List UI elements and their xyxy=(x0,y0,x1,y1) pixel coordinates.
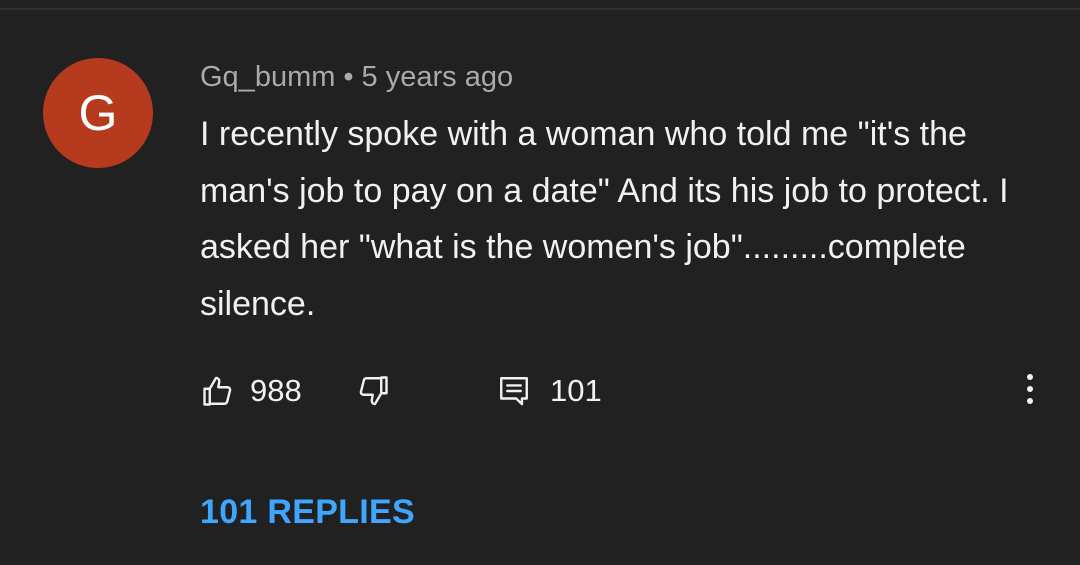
thumbs-down-icon xyxy=(355,373,391,409)
dislike-button[interactable] xyxy=(355,366,391,416)
avatar-letter: G xyxy=(78,85,118,141)
like-count: 988 xyxy=(250,373,302,408)
more-options-button[interactable] xyxy=(1020,366,1040,416)
comment-actions: 988 101 xyxy=(200,366,1060,416)
comment-header: Gq_bumm • 5 years ago xyxy=(200,58,513,96)
comment-thread: G Gq_bumm • 5 years ago I recently spoke w… xyxy=(0,0,1080,565)
view-replies-link[interactable]: 101 REPLIES xyxy=(200,490,415,534)
reply-button[interactable]: 101 xyxy=(496,366,602,416)
timestamp[interactable]: 5 years ago xyxy=(362,61,514,93)
reply-count: 101 xyxy=(550,373,602,408)
thumbs-up-icon xyxy=(200,373,236,409)
avatar[interactable]: G xyxy=(43,58,153,168)
meta-separator: • xyxy=(343,61,354,93)
like-button[interactable]: 988 xyxy=(200,366,302,416)
comment-icon xyxy=(496,373,532,409)
comment-text: I recently spoke with a woman who told m… xyxy=(200,115,1009,323)
more-vertical-icon xyxy=(1025,371,1035,412)
author-name[interactable]: Gq_bumm xyxy=(200,61,335,93)
